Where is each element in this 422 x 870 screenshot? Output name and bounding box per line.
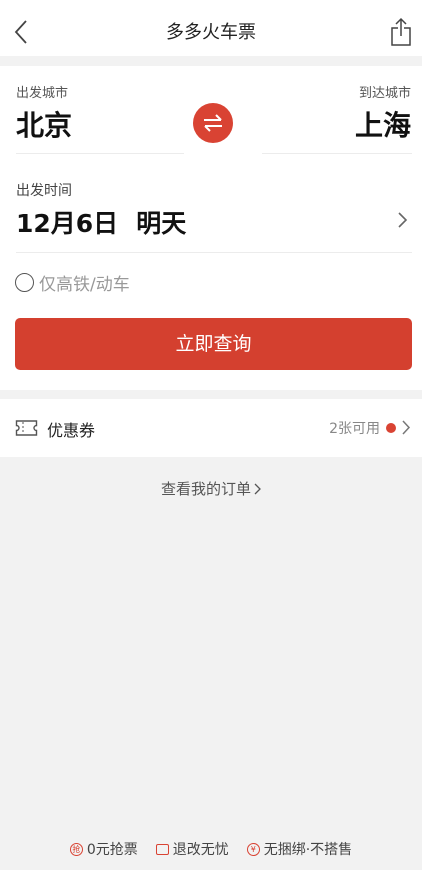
- page-title: 多多火车票: [166, 22, 256, 43]
- swap-arrows-icon: [204, 114, 222, 132]
- chevron-left-icon: [14, 20, 27, 44]
- date-value: 12月6日: [16, 209, 119, 238]
- coupon-availability: 2张可用: [329, 421, 380, 437]
- divider: [16, 153, 184, 154]
- from-city[interactable]: 北京: [16, 104, 72, 144]
- date-selector[interactable]: 12月6日 明天: [16, 204, 186, 240]
- to-city-label: 到达城市: [358, 86, 411, 101]
- divider: [262, 153, 412, 154]
- divider: [16, 252, 412, 253]
- promise-no-bundle: ¥ 无捆绑·不搭售: [246, 839, 353, 859]
- promise-label: 退改无忧: [172, 842, 229, 858]
- promise-free-grab: 抢 0元抢票: [69, 839, 138, 859]
- back-button[interactable]: [10, 17, 36, 47]
- search-button[interactable]: 立即查询: [15, 318, 412, 370]
- nav-bar: 多多火车票: [0, 0, 422, 56]
- yen-icon: ¥: [246, 842, 260, 856]
- from-city-label: 出发城市: [16, 86, 69, 101]
- service-promises: 抢 0元抢票 退改无忧 ¥ 无捆绑·不搭售: [0, 838, 422, 860]
- promise-refund: 退改无忧: [155, 839, 229, 859]
- promise-label: 0元抢票: [86, 842, 138, 858]
- chevron-right-icon: [402, 420, 411, 435]
- grab-ticket-icon: 抢: [69, 842, 83, 856]
- notification-dot: [386, 423, 396, 433]
- share-icon: [391, 17, 411, 46]
- filter-label: 仅高铁/动车: [39, 274, 130, 295]
- date-relative: 明天: [136, 209, 187, 238]
- coupon-label: 优惠券: [47, 421, 96, 440]
- radio-unchecked-icon[interactable]: [15, 272, 34, 292]
- coupon-row[interactable]: 优惠券 2张可用: [0, 399, 422, 457]
- promise-label: 无捆绑·不搭售: [263, 842, 353, 858]
- share-button[interactable]: [388, 16, 414, 48]
- refund-box-icon: [155, 843, 169, 855]
- chevron-right-icon: [254, 483, 261, 494]
- my-orders-link[interactable]: 查看我的订单: [0, 478, 422, 499]
- swap-cities-button[interactable]: [193, 103, 233, 143]
- date-label: 出发时间: [16, 183, 72, 199]
- my-orders-label: 查看我的订单: [160, 480, 251, 498]
- chevron-right-icon: [398, 212, 408, 228]
- to-city[interactable]: 上海: [355, 104, 411, 144]
- high-speed-only-filter[interactable]: 仅高铁/动车: [15, 271, 130, 295]
- ticket-icon: [15, 420, 38, 436]
- search-card: 出发城市 北京 到达城市 上海 出发时间 12月6日 明天 仅高铁/动车 立即查询: [0, 66, 422, 390]
